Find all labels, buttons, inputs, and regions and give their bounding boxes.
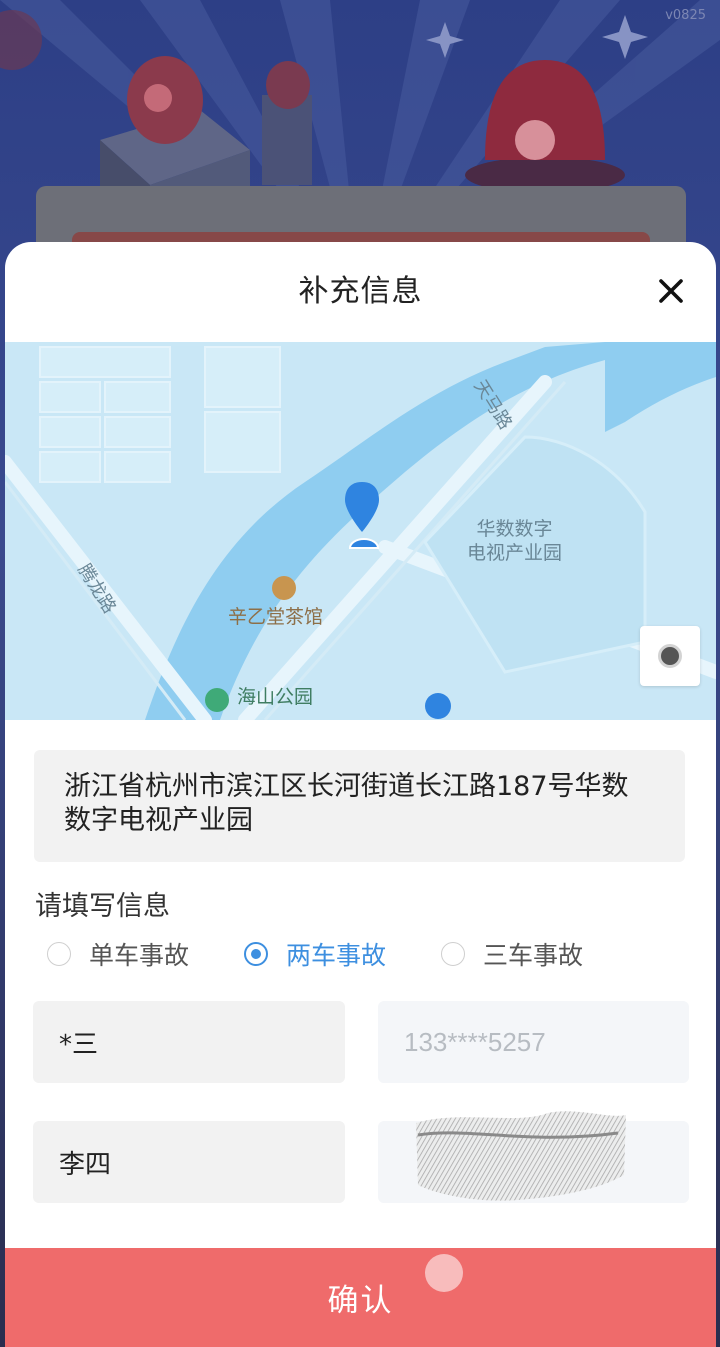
- poi-label-haishan-park: 海山公园: [237, 686, 314, 708]
- confirm-button[interactable]: 确认: [5, 1248, 716, 1347]
- radio-label: 两车事故: [286, 941, 387, 970]
- poi-label-park-area: 华数数字 电视产业园: [467, 518, 563, 564]
- close-icon[interactable]: [656, 276, 686, 306]
- siren-right-icon: [465, 60, 625, 193]
- locate-icon: [658, 644, 682, 668]
- radio-label: 三车事故: [483, 941, 584, 970]
- sheet-title: 补充信息: [298, 274, 423, 309]
- party1-phone-input[interactable]: 133****5257: [378, 1001, 689, 1083]
- address-display: 浙江省杭州市滨江区长河街道长江路187号华数数字电视产业园: [34, 750, 685, 862]
- radio-label: 单车事故: [89, 941, 190, 970]
- party1-name-input[interactable]: *三: [33, 1001, 345, 1083]
- fill-info-label: 请填写信息: [35, 891, 170, 922]
- poi-label-tea-house: 辛乙堂茶馆: [228, 606, 324, 628]
- touch-indicator: [425, 1254, 463, 1292]
- map-canvas: [5, 342, 716, 720]
- radio-three-vehicle[interactable]: 三车事故: [441, 934, 583, 974]
- radio-dot: [47, 942, 71, 966]
- locate-me-button[interactable]: [640, 626, 700, 686]
- version-label: v0825: [665, 8, 706, 23]
- radio-single-vehicle[interactable]: 单车事故: [47, 934, 189, 974]
- location-map[interactable]: 天马路 腾龙路 华数数字 电视产业园 辛乙堂茶馆 海山公园: [5, 342, 716, 720]
- radio-dot: [244, 942, 268, 966]
- party2-name-input[interactable]: 李四: [33, 1121, 345, 1203]
- radio-two-vehicle[interactable]: 两车事故: [244, 934, 386, 974]
- radio-dot: [441, 942, 465, 966]
- redaction-scribble: [416, 1111, 626, 1201]
